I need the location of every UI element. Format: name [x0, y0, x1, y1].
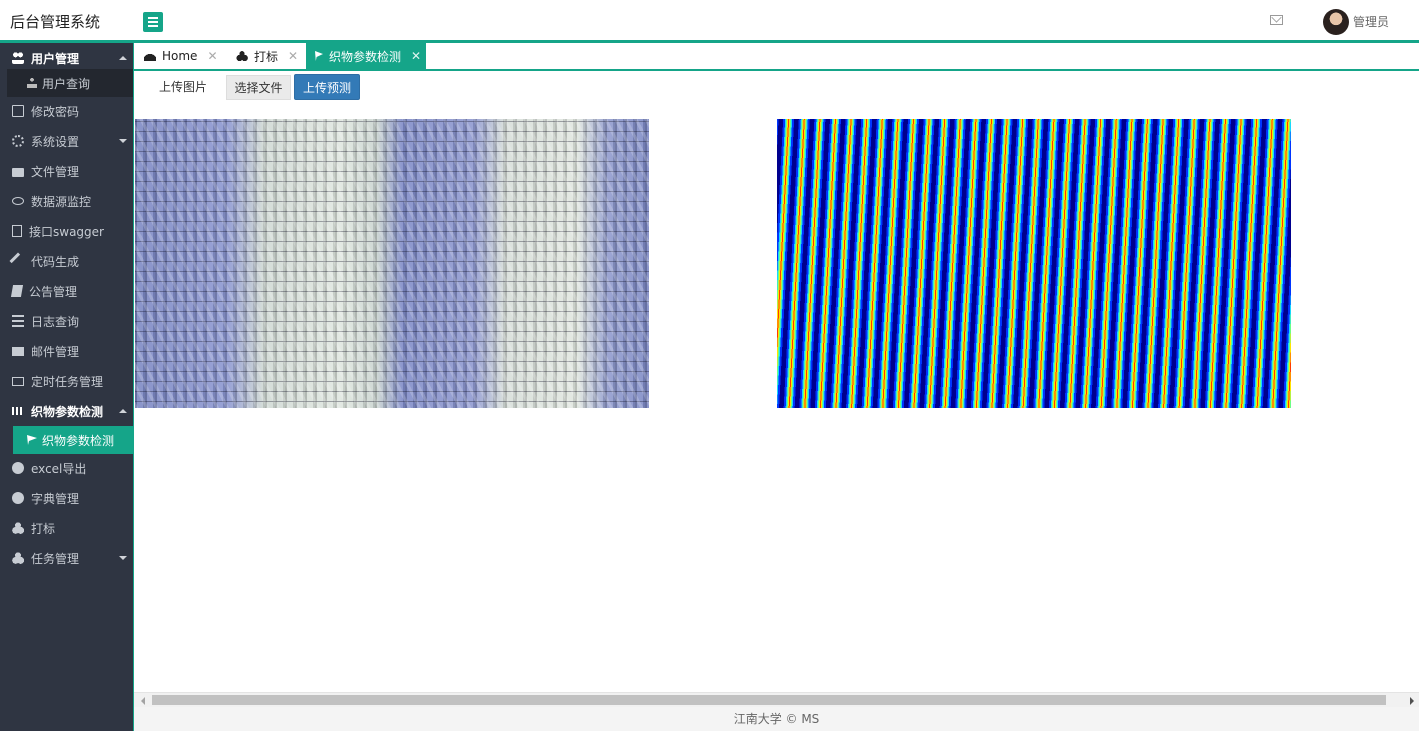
credit-card-icon: [12, 376, 24, 386]
fabric-icon: [12, 407, 24, 415]
cubes-icon: [12, 522, 24, 534]
sidebar-item-system-settings[interactable]: 系统设置: [0, 126, 133, 156]
avatar[interactable]: [1323, 9, 1349, 35]
sidebar-item-fabric-detection[interactable]: 织物参数检测: [0, 396, 133, 426]
sidebar-item-swagger[interactable]: 接口swagger: [0, 216, 133, 246]
scrollbar-thumb[interactable]: [152, 695, 1386, 705]
sidebar-item-label: 系统设置: [31, 134, 80, 149]
upload-image-label: 上传图片: [159, 80, 208, 94]
tab-fabric-detection[interactable]: 织物参数检测 ✕: [306, 43, 426, 69]
app-title: 后台管理系统: [10, 13, 101, 31]
smile-icon: [12, 492, 24, 504]
sidebar-item-scheduled-tasks[interactable]: 定时任务管理: [0, 366, 133, 396]
caret-up-icon: [119, 56, 127, 60]
tab-home[interactable]: Home ✕: [134, 43, 224, 69]
edit-icon: [12, 105, 24, 117]
upload-predict-button[interactable]: 上传预测: [294, 74, 360, 100]
sidebar-item-file-management[interactable]: 文件管理: [0, 156, 133, 186]
cubes-icon: [12, 552, 24, 564]
caret-up-icon: [119, 409, 127, 413]
caret-down-icon: [119, 139, 127, 143]
sidebar-item-label: 修改密码: [31, 104, 80, 119]
envelope-icon[interactable]: [1270, 15, 1283, 25]
sidebar-item-labeling[interactable]: 打标: [0, 513, 133, 543]
sidebar-subitem-fabric-detection[interactable]: 织物参数检测: [13, 426, 133, 454]
sidebar-item-label: 邮件管理: [31, 344, 80, 359]
cubes-icon: [236, 51, 248, 61]
file-pdf-icon: [12, 225, 22, 237]
scroll-right-icon[interactable]: [1410, 697, 1414, 705]
footer: 江南大学 © MS: [134, 707, 1419, 731]
sidebar-item-label: 代码生成: [31, 254, 80, 269]
sidebar-item-label: 任务管理: [31, 551, 80, 566]
prediction-heatmap-image: [777, 119, 1291, 408]
bars-icon: [12, 315, 24, 327]
dashboard-icon: [144, 51, 156, 61]
username[interactable]: 管理员: [1353, 13, 1389, 30]
download-icon: [12, 462, 24, 474]
sidebar-item-log-query[interactable]: 日志查询: [0, 306, 133, 336]
fabric-input-image: [135, 119, 649, 408]
sidebar-item-code-generation[interactable]: 代码生成: [0, 246, 133, 276]
sidebar-item-mail-management[interactable]: 邮件管理: [0, 336, 133, 366]
sidebar-item-dictionary[interactable]: 字典管理: [0, 483, 133, 513]
users-icon: [12, 52, 24, 64]
flag-icon: [27, 435, 37, 445]
sidebar-item-label: 字典管理: [31, 491, 80, 506]
tab-label: 打标: [254, 49, 279, 64]
sidebar-item-label: 打标: [31, 521, 56, 536]
close-icon[interactable]: ✕: [207, 49, 217, 63]
tab-labeling[interactable]: 打标 ✕: [226, 43, 306, 69]
top-header: 后台管理系统 管理员: [0, 0, 1419, 40]
wrench-icon: [9, 252, 27, 270]
sidebar-divider: [133, 43, 134, 731]
menu-toggle-button[interactable]: [143, 12, 163, 32]
sidebar-item-task-management[interactable]: 任务管理: [0, 543, 133, 573]
sidebar-item-label: 织物参数检测: [42, 433, 115, 448]
tab-label: 织物参数检测: [329, 49, 402, 64]
eye-icon: [12, 197, 24, 205]
envelope-icon: [12, 346, 24, 356]
cogs-icon: [12, 135, 24, 147]
book-icon: [10, 285, 24, 297]
sidebar-item-label: 日志查询: [31, 314, 80, 329]
sidebar-item-label: 公告管理: [29, 284, 78, 299]
tab-bar-divider: [134, 69, 1419, 71]
flag-icon: [315, 51, 323, 61]
caret-down-icon: [119, 556, 127, 560]
scroll-left-icon[interactable]: [141, 697, 145, 705]
sidebar-item-datasource-monitor[interactable]: 数据源监控: [0, 186, 133, 216]
sidebar-item-excel-export[interactable]: excel导出: [0, 453, 133, 483]
sidebar-item-label: 用户管理: [31, 51, 80, 66]
close-icon[interactable]: ✕: [288, 49, 298, 63]
sidebar-item-label: 文件管理: [31, 164, 80, 179]
sidebar-item-label: 织物参数检测: [31, 404, 104, 419]
sidebar-subitem-user-query[interactable]: 用户查询: [7, 69, 133, 97]
sidebar-item-label: 数据源监控: [31, 194, 92, 209]
folder-icon: [12, 167, 24, 177]
tab-label: Home: [162, 49, 198, 63]
user-icon: [27, 78, 37, 88]
sidebar: 用户管理 用户查询 修改密码 系统设置 文件管理 数据源监控 接口swagger…: [0, 43, 133, 731]
horizontal-scrollbar[interactable]: [134, 692, 1419, 707]
close-icon[interactable]: ✕: [411, 49, 421, 63]
sidebar-item-label: 定时任务管理: [31, 374, 104, 389]
sidebar-item-label: excel导出: [31, 461, 87, 476]
sidebar-item-change-password[interactable]: 修改密码: [0, 96, 133, 126]
sidebar-item-announcements[interactable]: 公告管理: [0, 276, 133, 306]
sidebar-item-label: 接口swagger: [29, 224, 104, 239]
choose-file-button[interactable]: 选择文件: [226, 75, 291, 100]
sidebar-item-label: 用户查询: [42, 76, 91, 91]
